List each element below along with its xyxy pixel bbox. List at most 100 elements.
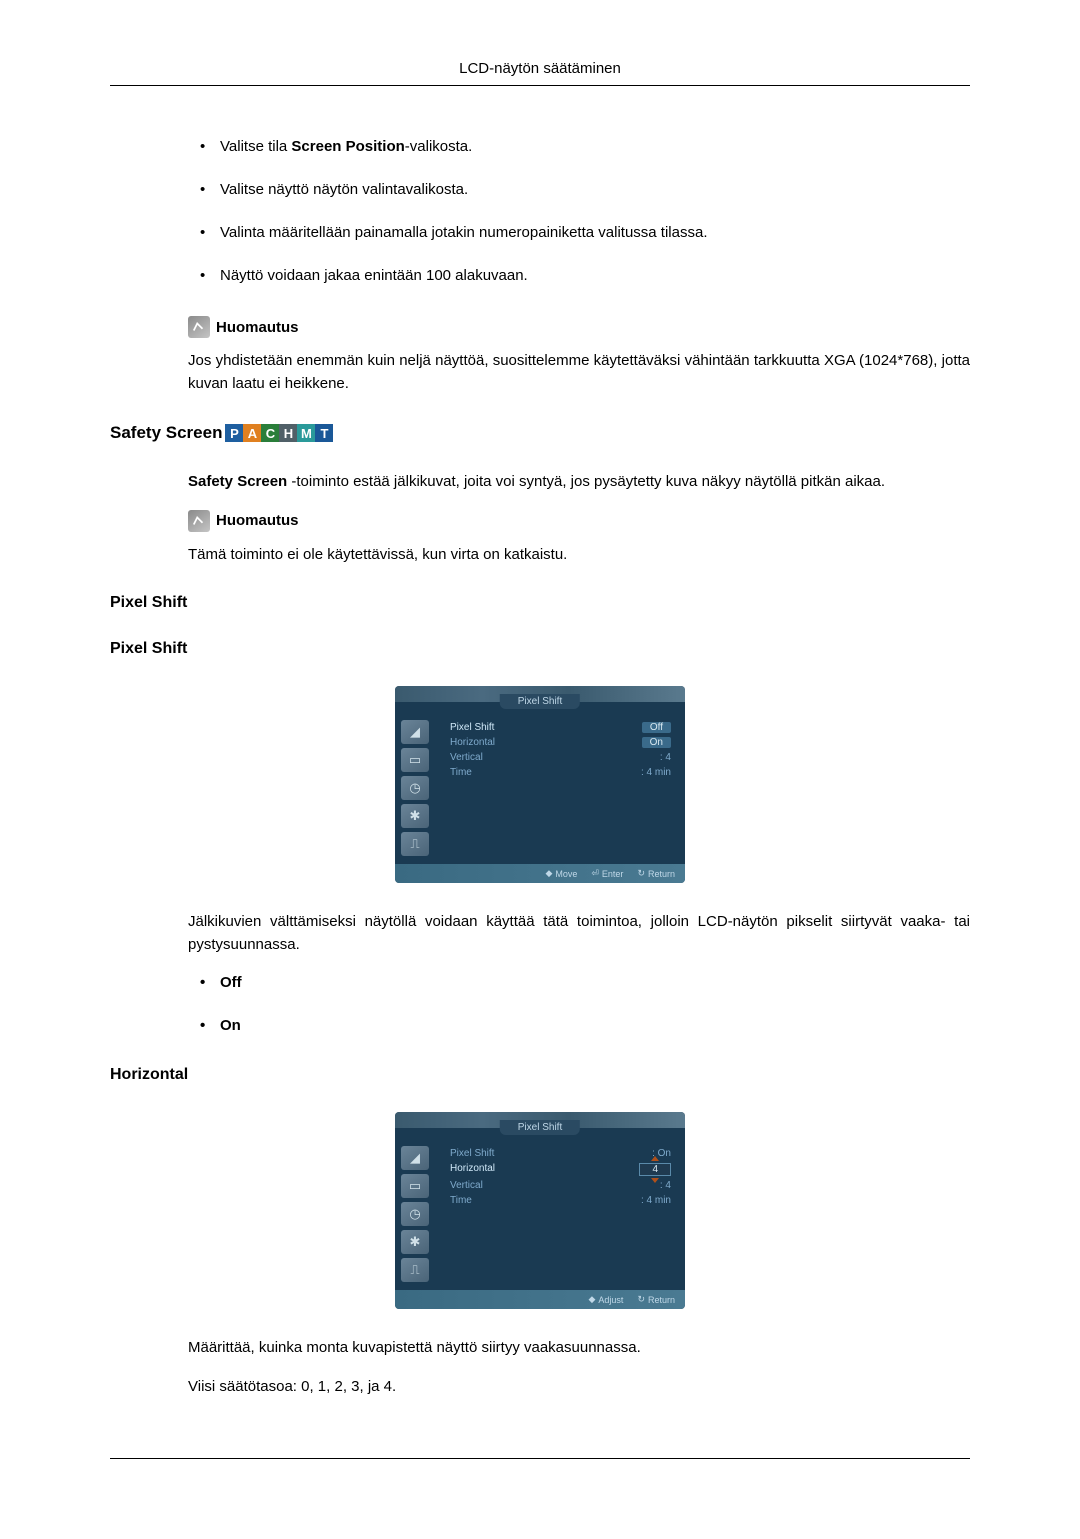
- osd-sidebar: ◢ ▭ ◷ ✱ ⎍: [395, 1138, 440, 1290]
- page-footer-rule: [110, 1458, 970, 1459]
- osd-row-value-selected: Off: [642, 722, 671, 733]
- section-title-text: Safety Screen: [110, 423, 222, 443]
- osd-footer: ◆Move ⏎Enter ↻Return: [395, 864, 685, 883]
- source-c-icon: C: [261, 424, 279, 442]
- input-value: 4: [652, 1164, 658, 1175]
- osd-row: Pixel Shift Off: [450, 722, 671, 733]
- note-text: Tämä toiminto ei ole käytettävissä, kun …: [188, 544, 970, 567]
- horizontal-heading: Horizontal: [110, 1066, 970, 1084]
- source-a-icon: A: [243, 424, 261, 442]
- note-icon: [188, 316, 210, 338]
- timer-icon: ◷: [401, 1202, 429, 1226]
- osd-row-label: Time: [450, 1195, 472, 1206]
- osd-footer-enter: ⏎Enter: [591, 868, 623, 879]
- osd-row: Vertical : 4: [450, 1180, 671, 1191]
- horizontal-levels: Viisi säätötasoa: 0, 1, 2, 3, ja 4.: [188, 1376, 970, 1399]
- osd-footer-return: ↻Return: [637, 868, 675, 879]
- pixelshift-heading-2: Pixel Shift: [110, 640, 970, 658]
- on-item: On: [188, 1015, 970, 1036]
- osd-row: Vertical : 4: [450, 752, 671, 763]
- source-p-icon: P: [225, 424, 243, 442]
- bullet-item: Valinta määritellään painamalla jotakin …: [188, 222, 970, 243]
- return-icon: ↻: [637, 1294, 645, 1305]
- osd-row: Pixel Shift : On: [450, 1148, 671, 1159]
- osd-menu-screenshot-1: Pixel Shift ◢ ▭ ◷ ✱ ⎍ Pixel Shift Off Ho…: [395, 686, 685, 883]
- multi-icon: ⎍: [401, 1258, 429, 1282]
- osd-row-value-input: 4: [639, 1163, 671, 1176]
- osd-footer-move: ◆Move: [545, 868, 577, 879]
- input-icon: ▭: [401, 1174, 429, 1198]
- osd-row-label: Vertical: [450, 752, 483, 763]
- osd-menu-screenshot-2: Pixel Shift ◢ ▭ ◷ ✱ ⎍ Pixel Shift : On H…: [395, 1112, 685, 1309]
- bullet-bold: Screen Position: [291, 138, 404, 155]
- bullet-text: -valikosta.: [405, 138, 473, 155]
- arrow-up-icon: [651, 1156, 659, 1161]
- picture-icon: ◢: [401, 720, 429, 744]
- osd-row: Horizontal On: [450, 737, 671, 748]
- bullet-item: Valitse tila Screen Position-valikosta.: [188, 136, 970, 157]
- osd-row-label: Pixel Shift: [450, 722, 494, 733]
- safety-bold: Safety Screen: [188, 473, 291, 490]
- osd-row-label: Pixel Shift: [450, 1148, 494, 1159]
- safety-screen-heading: Safety Screen P A C H M T: [110, 423, 970, 443]
- footer-label: Adjust: [598, 1295, 623, 1305]
- osd-top-bar: Pixel Shift: [395, 686, 685, 702]
- return-icon: ↻: [637, 868, 645, 879]
- osd-row-label: Horizontal: [450, 737, 495, 748]
- osd-rows: Pixel Shift : On Horizontal 4 Vertical :…: [440, 1138, 685, 1290]
- osd-row: Time : 4 min: [450, 767, 671, 778]
- horizontal-text: Määrittää, kuinka monta kuvapistettä näy…: [188, 1337, 970, 1360]
- source-icons: P A C H M T: [225, 424, 333, 442]
- osd-footer-return: ↻Return: [637, 1294, 675, 1305]
- pixelshift-heading-1: Pixel Shift: [110, 594, 970, 612]
- picture-icon: ◢: [401, 1146, 429, 1170]
- osd-body: ◢ ▭ ◷ ✱ ⎍ Pixel Shift Off Horizontal On …: [395, 702, 685, 864]
- footer-label: Return: [648, 1295, 675, 1305]
- osd-sidebar: ◢ ▭ ◷ ✱ ⎍: [395, 712, 440, 864]
- osd-row-value-selected: On: [642, 737, 671, 748]
- osd-body: ◢ ▭ ◷ ✱ ⎍ Pixel Shift : On Horizontal 4 …: [395, 1128, 685, 1290]
- note-heading: Huomautus: [188, 510, 970, 532]
- safety-paragraph: Safety Screen -toiminto estää jälkikuvat…: [188, 471, 970, 494]
- page-header: LCD-näytön säätäminen: [110, 60, 970, 86]
- osd-row-value: : 4 min: [641, 767, 671, 778]
- arrow-down-icon: [651, 1178, 659, 1183]
- safety-section: Safety Screen -toiminto estää jälkikuvat…: [188, 471, 970, 566]
- note-label: Huomautus: [216, 512, 299, 529]
- input-icon: ▭: [401, 748, 429, 772]
- source-t-icon: T: [315, 424, 333, 442]
- osd-row-value: : 4: [660, 1180, 671, 1191]
- intro-section: Valitse tila Screen Position-valikosta. …: [188, 136, 970, 395]
- osd-row-value: : 4 min: [641, 1195, 671, 1206]
- osd-footer: ◆Adjust ↻Return: [395, 1290, 685, 1309]
- osd-row: Time : 4 min: [450, 1195, 671, 1206]
- multi-icon: ⎍: [401, 832, 429, 856]
- note-icon: [188, 510, 210, 532]
- safety-rest: -toiminto estää jälkikuvat, joita voi sy…: [291, 473, 885, 490]
- pixelshift-description: Jälkikuvien välttämiseksi näytöllä voida…: [188, 911, 970, 1036]
- osd-row-label: Time: [450, 767, 472, 778]
- osd-row-value: : 4: [660, 752, 671, 763]
- move-icon: ◆: [545, 868, 552, 879]
- timer-icon: ◷: [401, 776, 429, 800]
- adjust-icon: ◆: [589, 1294, 596, 1305]
- bullet-item: Näyttö voidaan jakaa enintään 100 alakuv…: [188, 265, 970, 286]
- osd-row-label: Vertical: [450, 1180, 483, 1191]
- osd-rows: Pixel Shift Off Horizontal On Vertical :…: [440, 712, 685, 864]
- intro-bullet-list: Valitse tila Screen Position-valikosta. …: [188, 136, 970, 286]
- bullet-item: Valitse näyttö näytön valintavalikosta.: [188, 179, 970, 200]
- setup-icon: ✱: [401, 1230, 429, 1254]
- footer-label: Return: [648, 869, 675, 879]
- enter-icon: ⏎: [591, 868, 599, 879]
- bullet-text: Valitse tila: [220, 138, 291, 155]
- offon-list: Off On: [188, 972, 970, 1036]
- note-text: Jos yhdistetään enemmän kuin neljä näytt…: [188, 350, 970, 395]
- source-m-icon: M: [297, 424, 315, 442]
- pixelshift-text: Jälkikuvien välttämiseksi näytöllä voida…: [188, 911, 970, 956]
- source-h-icon: H: [279, 424, 297, 442]
- osd-row-label: Horizontal: [450, 1163, 495, 1176]
- footer-label: Enter: [602, 869, 624, 879]
- note-label: Huomautus: [216, 319, 299, 336]
- footer-label: Move: [555, 869, 577, 879]
- setup-icon: ✱: [401, 804, 429, 828]
